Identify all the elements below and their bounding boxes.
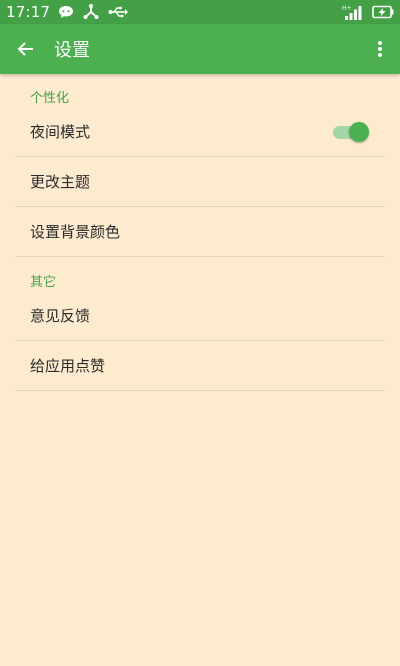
status-notification-icons [58, 4, 137, 20]
pref-rate-app[interactable]: 给应用点赞 [15, 341, 385, 391]
status-bar: 17:17 H+ [0, 0, 400, 24]
pref-change-theme[interactable]: 更改主题 [15, 157, 385, 207]
page-title: 设置 [54, 40, 90, 61]
night-mode-toggle[interactable] [333, 121, 369, 142]
status-time: 17:17 [6, 3, 51, 21]
network-type-label: H+ [342, 5, 352, 12]
status-system-icons: H+ [334, 4, 394, 20]
arrow-left-icon [17, 42, 33, 56]
settings-list: 个性化 夜间模式 更改主题 设置背景颜色 其它 意见反馈 给应用点赞 [15, 74, 385, 391]
battery-charging-icon [372, 5, 394, 19]
section-header-other: 其它 [30, 275, 57, 290]
pref-night-mode[interactable]: 夜间模式 [15, 107, 385, 157]
usb-icon [108, 6, 129, 18]
back-button[interactable] [2, 24, 50, 74]
chat-bubble-icon [58, 5, 74, 19]
signal-icon: H+ [342, 4, 364, 20]
share-network-icon [83, 4, 99, 20]
pref-background-color[interactable]: 设置背景颜色 [15, 207, 385, 257]
more-vertical-icon [378, 41, 382, 57]
pref-change-theme-label: 更改主题 [30, 173, 91, 191]
pref-feedback[interactable]: 意见反馈 [15, 291, 385, 341]
pref-background-color-label: 设置背景颜色 [30, 223, 121, 241]
toggle-thumb [349, 121, 369, 142]
app-toolbar: 设置 [0, 24, 400, 74]
section-header-personalization: 个性化 [30, 91, 70, 106]
pref-night-mode-label: 夜间模式 [30, 123, 91, 141]
overflow-menu-button[interactable] [360, 24, 400, 74]
pref-rate-app-label: 给应用点赞 [30, 357, 106, 375]
pref-feedback-label: 意见反馈 [30, 307, 91, 325]
